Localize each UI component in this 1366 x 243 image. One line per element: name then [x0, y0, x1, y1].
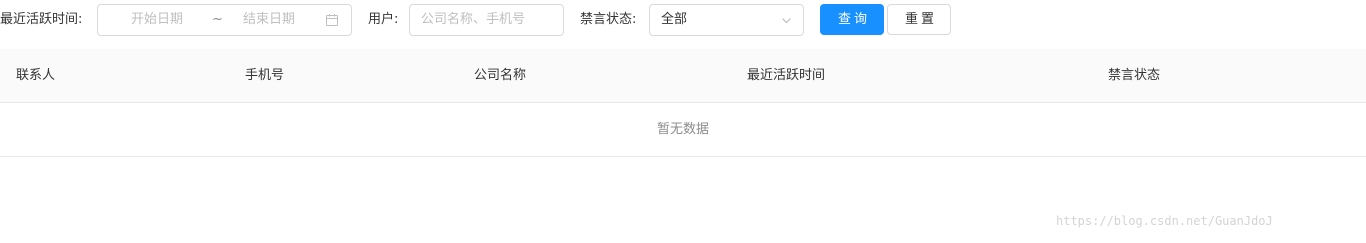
reset-button[interactable]: 重置: [887, 4, 951, 35]
filter-bar: 最近活跃时间: 开始日期 ~ 结束日期 用户: 公司名称、手机号 禁言状态: 全…: [0, 0, 1366, 40]
active-time-label: 最近活跃时间:: [0, 12, 83, 27]
mute-status-selected-value: 全部: [661, 12, 688, 27]
table-header: 联系人 手机号 公司名称 最近活跃时间 禁言状态: [0, 49, 1366, 103]
column-header-last-active: 最近活跃时间: [747, 68, 826, 83]
search-button-label: 查询: [837, 12, 870, 27]
column-header-company: 公司名称: [474, 68, 527, 83]
chevron-down-icon: [781, 15, 792, 26]
table-empty-row: 暂无数据: [0, 103, 1366, 157]
mute-status-select[interactable]: 全部: [649, 4, 804, 36]
mute-status-label: 禁言状态:: [580, 12, 637, 27]
end-date-input[interactable]: 结束日期: [243, 13, 295, 27]
column-header-mute-status: 禁言状态: [1108, 68, 1161, 83]
empty-placeholder: 暂无数据: [656, 122, 709, 137]
active-time-range-picker[interactable]: 开始日期 ~ 结束日期: [97, 4, 352, 36]
user-search-input[interactable]: 公司名称、手机号: [409, 4, 564, 36]
search-button[interactable]: 查询: [820, 4, 884, 35]
user-label: 用户:: [368, 12, 399, 27]
start-date-input[interactable]: 开始日期: [131, 13, 183, 27]
column-header-contact: 联系人: [16, 68, 56, 83]
column-header-phone: 手机号: [245, 68, 285, 83]
watermark: https://blog.csdn.net/GuanJdoJ: [1056, 214, 1273, 228]
user-list-page: 最近活跃时间: 开始日期 ~ 结束日期 用户: 公司名称、手机号 禁言状态: 全…: [0, 0, 1366, 243]
calendar-icon[interactable]: [325, 13, 339, 27]
user-search-placeholder: 公司名称、手机号: [421, 12, 526, 27]
range-separator: ~: [212, 12, 223, 27]
reset-button-label: 重置: [904, 12, 937, 27]
